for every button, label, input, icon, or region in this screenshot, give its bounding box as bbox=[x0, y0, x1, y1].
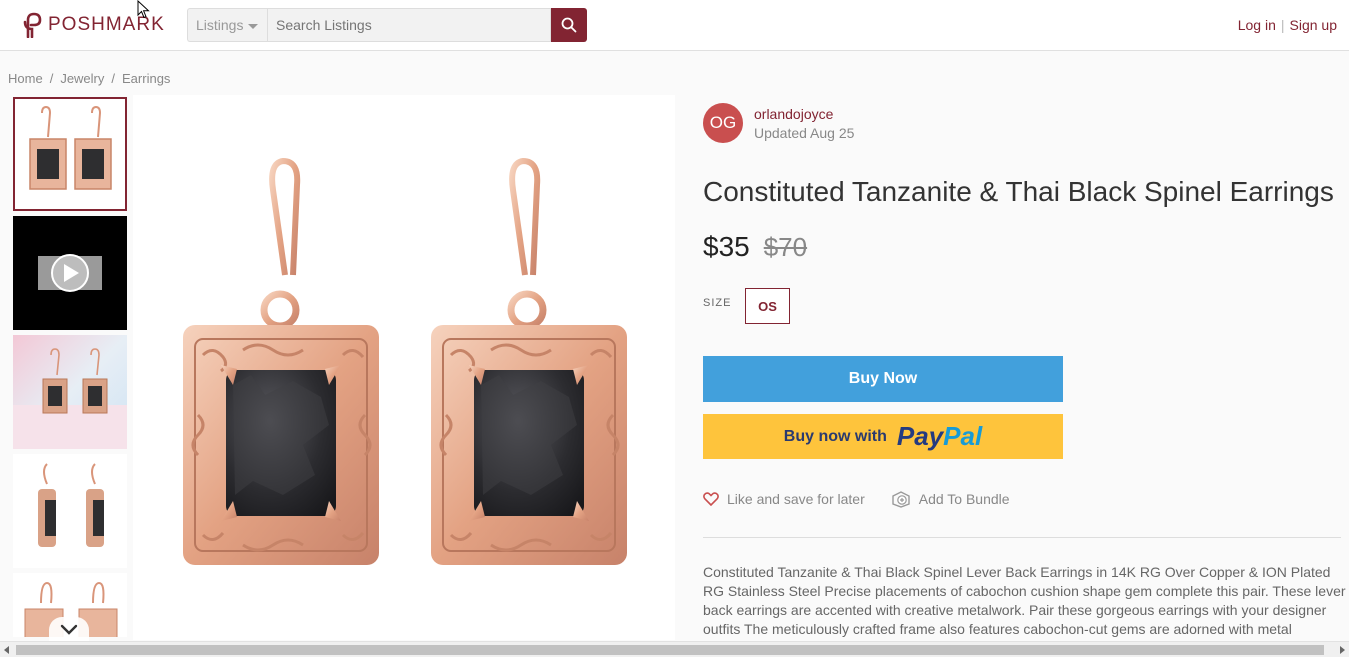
listing-actions: Like and save for later Add To Bundle bbox=[703, 490, 1010, 508]
caret-down-icon bbox=[248, 23, 259, 29]
poshmark-p-icon bbox=[23, 12, 42, 38]
breadcrumb-jewelry[interactable]: Jewelry bbox=[60, 71, 104, 86]
paypal-logo-pay: Pay bbox=[896, 421, 944, 451]
earrings-image bbox=[29, 105, 112, 190]
paypal-logo: PayPal bbox=[897, 421, 982, 452]
breadcrumb-home[interactable]: Home bbox=[8, 71, 43, 86]
chevron-down-icon bbox=[60, 624, 78, 635]
heart-icon bbox=[703, 492, 719, 506]
breadcrumb-separator: / bbox=[111, 71, 116, 86]
thumbnail-earrings-front[interactable] bbox=[13, 97, 127, 211]
breadcrumb: Home / Jewelry / Earrings bbox=[8, 71, 170, 86]
paypal-buy-button[interactable]: Buy now with PayPal bbox=[703, 414, 1063, 459]
search-bar: Listings bbox=[187, 8, 587, 42]
main-product-image[interactable] bbox=[133, 95, 675, 640]
earrings-main-image bbox=[183, 157, 627, 565]
login-link[interactable]: Log in bbox=[1238, 17, 1276, 33]
bundle-add-icon bbox=[892, 491, 910, 508]
thumbnail-video[interactable] bbox=[13, 216, 127, 330]
listing-description: Constituted Tanzanite & Thai Black Spine… bbox=[703, 564, 1346, 637]
search-button[interactable] bbox=[551, 8, 587, 42]
signup-link[interactable]: Sign up bbox=[1290, 17, 1337, 33]
original-price: $70 bbox=[763, 232, 808, 262]
auth-separator: | bbox=[1280, 17, 1285, 33]
seller-info: OG orlandojoyce Updated Aug 25 bbox=[703, 103, 854, 143]
seller-username[interactable]: orlandojoyce bbox=[754, 106, 854, 122]
like-label: Like and save for later bbox=[727, 491, 865, 507]
search-category-dropdown[interactable]: Listings bbox=[187, 8, 267, 42]
earrings-box-image bbox=[13, 348, 127, 449]
buy-now-button[interactable]: Buy Now bbox=[703, 356, 1063, 402]
mouse-cursor-icon bbox=[137, 0, 150, 19]
add-to-bundle-button[interactable]: Add To Bundle bbox=[891, 490, 1010, 508]
like-button[interactable]: Like and save for later bbox=[703, 491, 865, 507]
scroll-left-icon[interactable] bbox=[4, 646, 9, 654]
search-category-label: Listings bbox=[196, 17, 244, 33]
thumbnail-earrings-side[interactable] bbox=[13, 454, 127, 568]
top-header: POSHMARK Listings Log in | Sign up bbox=[0, 0, 1349, 51]
earrings-side-image bbox=[38, 463, 104, 547]
current-price: $35 bbox=[703, 231, 750, 262]
bundle-label: Add To Bundle bbox=[918, 491, 1010, 507]
horizontal-scrollbar[interactable] bbox=[0, 641, 1349, 657]
seller-avatar[interactable]: OG bbox=[703, 103, 743, 143]
paypal-logo-pal: Pal bbox=[943, 421, 983, 451]
breadcrumb-separator: / bbox=[49, 71, 54, 86]
search-icon bbox=[561, 17, 577, 33]
auth-links: Log in | Sign up bbox=[1238, 17, 1337, 33]
size-option-os[interactable]: OS bbox=[745, 288, 790, 324]
price-block: $35 $70 bbox=[703, 231, 807, 263]
thumbnail-scroll-down-button[interactable] bbox=[49, 617, 89, 643]
scrollbar-thumb[interactable] bbox=[16, 645, 1324, 655]
listing-updated-date: Updated Aug 25 bbox=[754, 124, 855, 141]
listing-title: Constituted Tanzanite & Thai Black Spine… bbox=[703, 176, 1334, 207]
thumbnail-earrings-box[interactable] bbox=[13, 335, 127, 449]
search-input[interactable] bbox=[267, 8, 551, 42]
size-label: SIZE bbox=[703, 297, 732, 309]
breadcrumb-earrings[interactable]: Earrings bbox=[122, 71, 170, 86]
thumbnail-list bbox=[13, 97, 127, 637]
paypal-prefix-label: Buy now with bbox=[783, 427, 887, 445]
video-thumbnail-image bbox=[38, 254, 102, 292]
section-divider bbox=[703, 537, 1341, 538]
scroll-right-icon[interactable] bbox=[1340, 646, 1345, 654]
